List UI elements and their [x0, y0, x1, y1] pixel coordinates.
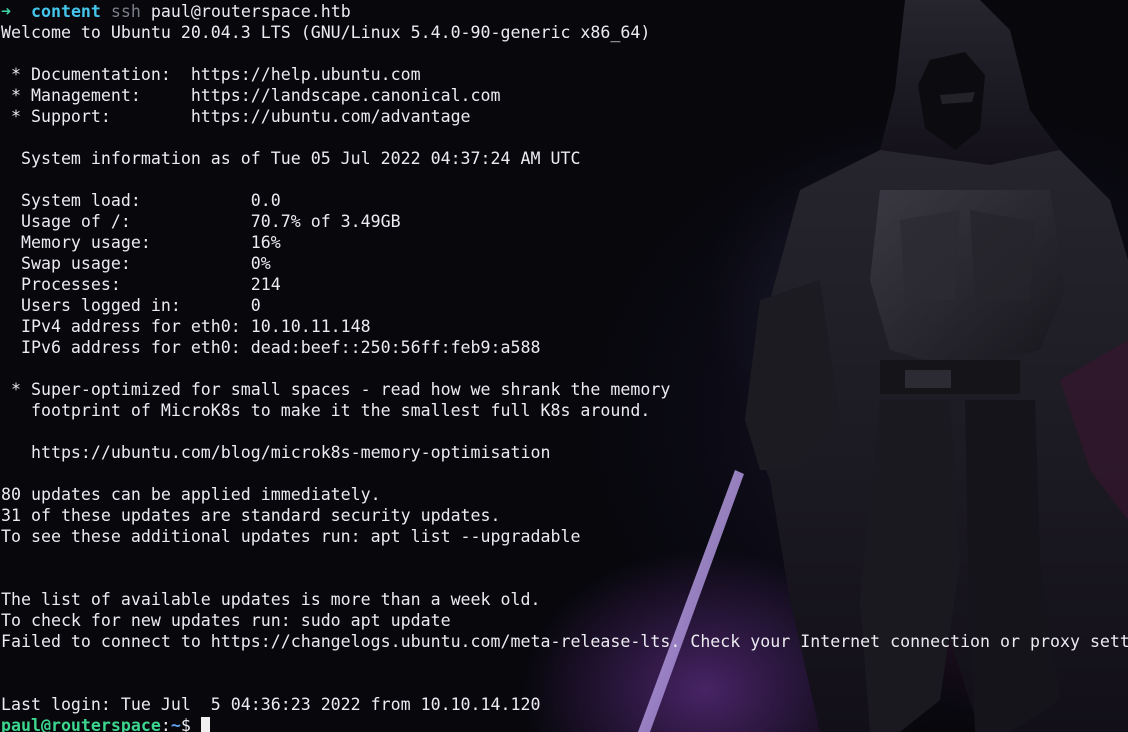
- shell-prompt-line[interactable]: paul@routerspace:~$: [1, 715, 1127, 732]
- prompt-line: ➜ content ssh paul@routerspace.htb: [1, 1, 1127, 22]
- apt-update-hint-line: To check for new updates run: sudo apt u…: [1, 611, 451, 630]
- prompt-separator: :: [160, 716, 171, 732]
- prompt-path: ~: [170, 716, 181, 732]
- prompt-command: ssh: [110, 2, 141, 21]
- prompt-arrow-icon: ➜: [1, 2, 11, 21]
- prompt-symbol: $: [180, 716, 201, 732]
- stat-users-logged-in: Users logged in: 0: [1, 296, 261, 315]
- stat-system-load: System load: 0.0: [1, 191, 281, 210]
- documentation-line: * Documentation: https://help.ubuntu.com: [1, 65, 421, 84]
- stat-processes: Processes: 214: [1, 275, 281, 294]
- upgradable-hint-line: To see these additional updates run: apt…: [1, 527, 581, 546]
- security-updates-line: 31 of these updates are standard securit…: [1, 506, 501, 525]
- sysinfo-header: System information as of Tue 05 Jul 2022…: [1, 149, 581, 168]
- management-line: * Management: https://landscape.canonica…: [1, 86, 501, 105]
- microk8s-url: https://ubuntu.com/blog/microk8s-memory-…: [1, 443, 551, 462]
- prompt-directory: content: [30, 2, 101, 21]
- stat-swap-usage: Swap usage: 0%: [1, 254, 271, 273]
- release-check-error-line: Failed to connect to https://changelogs.…: [1, 632, 1128, 651]
- prompt-target: paul@routerspace.htb: [150, 2, 351, 21]
- terminal-output: ➜ content ssh paul@routerspace.htb Welcom…: [1, 1, 1128, 732]
- stat-memory-usage: Memory usage: 16%: [1, 233, 281, 252]
- microk8s-line-1: * Super-optimized for small spaces - rea…: [1, 380, 671, 399]
- stat-ipv6-address: IPv6 address for eth0: dead:beef::250:56…: [1, 338, 541, 357]
- last-login-line: Last login: Tue Jul 5 04:36:23 2022 from…: [1, 695, 541, 714]
- microk8s-line-2: footprint of MicroK8s to make it the sma…: [1, 401, 651, 420]
- old-list-line: The list of available updates is more th…: [1, 590, 541, 609]
- prompt-user-host: paul@routerspace: [1, 716, 161, 732]
- stat-disk-usage: Usage of /: 70.7% of 3.49GB: [1, 212, 401, 231]
- terminal-window[interactable]: ➜ content ssh paul@routerspace.htb Welcom…: [0, 0, 1128, 732]
- updates-available-line: 80 updates can be applied immediately.: [1, 485, 381, 504]
- text-cursor[interactable]: [200, 717, 210, 732]
- stat-ipv4-address: IPv4 address for eth0: 10.10.11.148: [1, 317, 371, 336]
- welcome-line: Welcome to Ubuntu 20.04.3 LTS (GNU/Linux…: [1, 23, 651, 42]
- support-line: * Support: https://ubuntu.com/advantage: [1, 107, 471, 126]
